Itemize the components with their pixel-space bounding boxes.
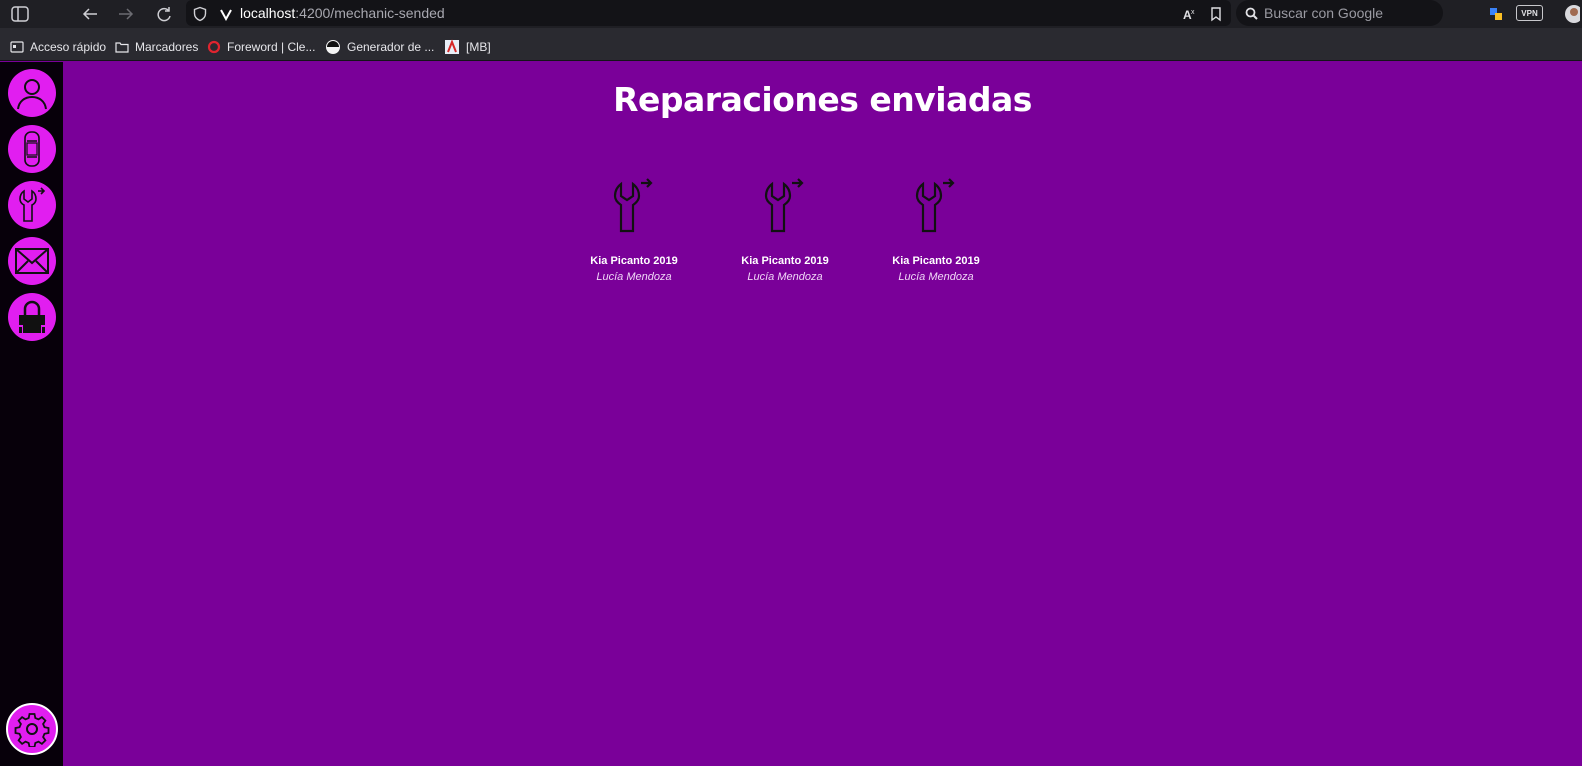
sidebar-toggle-icon[interactable] [8,2,32,26]
sidebar-item-cars[interactable] [8,125,56,173]
repair-card[interactable]: Kia Picanto 2019 Lucía Mendoza [871,176,1001,286]
bookmark-label: Marcadores [135,40,199,54]
bookmark-icon[interactable] [1204,2,1228,26]
sidebar-item-profile[interactable] [8,69,56,117]
wrench-send-icon [764,178,804,233]
browser-toolbar: localhost:4200/mechanic-sended Ax Buscar… [0,0,1582,28]
car-model: Kia Picanto 2019 [741,255,829,267]
repair-card[interactable]: Kia Picanto 2019 Lucía Mendoza [720,176,850,286]
repair-card[interactable]: Kia Picanto 2019 Lucía Mendoza [569,176,699,286]
gear-icon [14,713,50,747]
translate-icon[interactable]: Ax [1178,2,1202,26]
mb-icon [445,39,459,54]
opera-icon [207,40,221,54]
search-icon [1240,2,1264,26]
page-title: Reparaciones enviadas [613,80,1032,119]
wrench-send-icon [19,187,46,222]
back-icon[interactable] [78,2,102,26]
bookmark-generador[interactable]: Generador de ... [325,38,434,56]
vivaldi-icon [214,2,238,26]
url-text[interactable]: localhost:4200/mechanic-sended [240,5,445,21]
car-icon [24,131,40,167]
wrench-send-icon [915,178,955,233]
vpn-button[interactable]: VPN [1516,5,1543,21]
profile-avatar-icon[interactable] [1558,2,1582,26]
lock-icon [19,300,45,333]
car-model: Kia Picanto 2019 [892,255,980,267]
url-path: :4200/mechanic-sended [295,5,445,21]
shield-icon[interactable] [188,2,212,26]
reload-icon[interactable] [152,2,176,26]
bookmark-mb[interactable]: [MB] [444,38,491,56]
avatar-icon [326,40,340,54]
owner-name: Lucía Mendoza [596,271,672,283]
settings-button[interactable] [6,703,58,755]
bookmark-acceso-rapido[interactable]: Acceso rápido [10,38,106,56]
bookmark-label: Acceso rápido [30,40,107,54]
extension-icon[interactable] [1484,2,1508,26]
bookmark-label: Generador de ... [347,40,435,54]
owner-name: Lucía Mendoza [747,271,823,283]
owner-name: Lucía Mendoza [898,271,974,283]
car-model: Kia Picanto 2019 [590,255,678,267]
bookmark-foreword[interactable]: Foreword | Cle... [207,38,315,56]
app-sidebar [0,62,63,766]
bookmark-label: Foreword | Cle... [227,40,316,54]
wrench-send-icon [613,178,653,233]
forward-icon[interactable] [114,2,138,26]
search-placeholder[interactable]: Buscar con Google [1264,5,1383,21]
user-icon [17,79,47,110]
url-host: localhost [240,5,296,21]
bookmark-marcadores[interactable]: Marcadores [115,38,198,56]
main-content: Reparaciones enviadas Kia Picanto 2019 L… [63,62,1582,766]
mail-icon [15,248,49,274]
quick-access-icon [10,41,24,53]
sidebar-item-repairs-sent[interactable] [8,181,56,229]
sidebar-item-messages[interactable] [8,237,56,285]
svg-text:x: x [1191,9,1195,16]
sidebar-item-lock[interactable] [8,293,56,341]
folder-icon [115,42,129,53]
bookmark-label: [MB] [466,40,491,54]
